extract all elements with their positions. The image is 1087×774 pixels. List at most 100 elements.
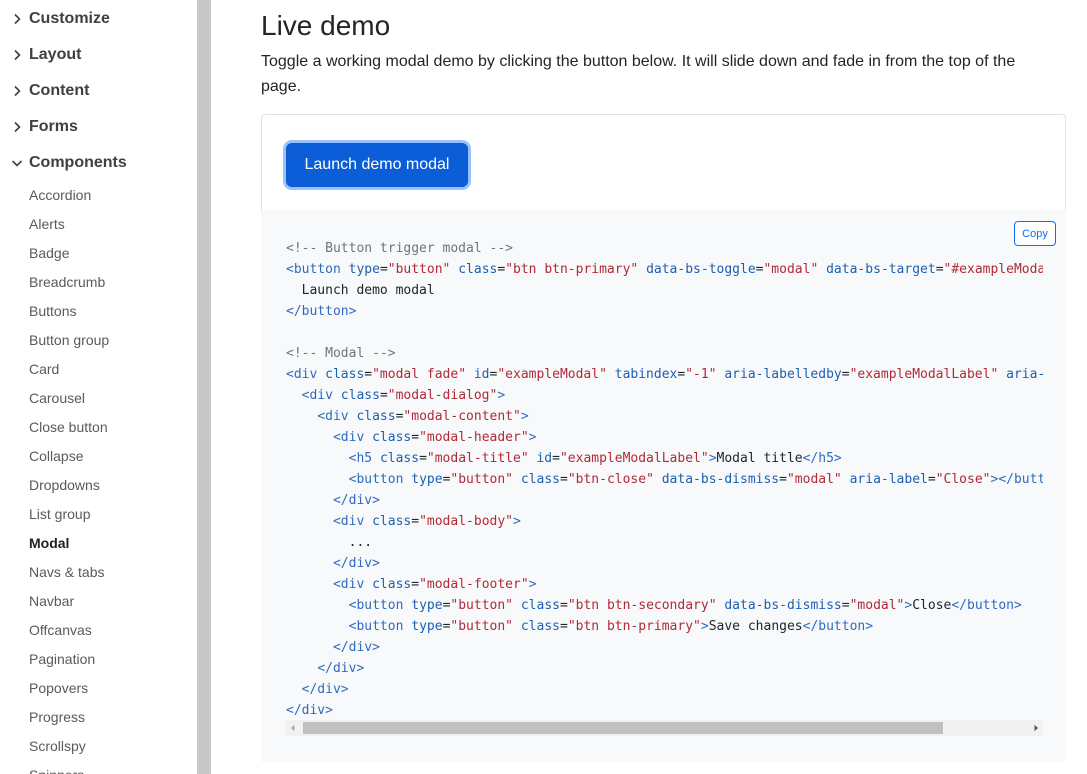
code-line: <h5 class="modal-title" id="exampleModal… [286, 448, 1043, 469]
code-token: <button [348, 619, 404, 634]
code-token: aria-hidden [1006, 367, 1043, 382]
sidebar-item-breadcrumb[interactable]: Breadcrumb [29, 273, 105, 291]
code-token: "btn btn-primary" [567, 619, 701, 634]
code-token: class [458, 262, 498, 277]
code-token: class [520, 472, 560, 487]
code-token: = [841, 367, 850, 382]
code-token: "exampleModalLabel" [849, 367, 999, 382]
code-line: </div> [286, 637, 1043, 658]
code-token: = [411, 430, 420, 445]
code-line: <div class="modal fade" id="exampleModal… [286, 364, 1043, 385]
code-line: <button type="button" class="btn btn-pri… [286, 616, 1043, 637]
sidebar-item-accordion[interactable]: Accordion [29, 186, 91, 204]
sidebar-item-navs-tabs[interactable]: Navs & tabs [29, 563, 104, 581]
code-token: <div [301, 388, 333, 403]
code-line: <button type="button" class="btn-close" … [286, 469, 1043, 490]
code-token: "modal-title" [426, 451, 529, 466]
sidebar-group-content[interactable]: Content [8, 79, 89, 103]
code-token: = [559, 598, 568, 613]
launch-demo-modal-button[interactable]: Launch demo modal [286, 143, 468, 187]
code-line: <div class="modal-content"> [286, 406, 1043, 427]
code-token: tabindex [614, 367, 678, 382]
code-line: </div> [286, 679, 1043, 700]
code-token: = [559, 619, 568, 634]
code-line: <!-- Button trigger modal --> [286, 238, 1043, 259]
sidebar-item-buttons[interactable]: Buttons [29, 302, 76, 320]
sidebar-scrollbar[interactable] [197, 0, 211, 774]
sidebar-item-modal[interactable]: Modal [29, 534, 69, 552]
code-line: <button type="button" class="btn btn-sec… [286, 595, 1043, 616]
example-preview: Launch demo modal [261, 114, 1066, 210]
sidebar-item-navbar[interactable]: Navbar [29, 592, 74, 610]
code-token: </div> [317, 661, 365, 676]
scrollbar-thumb[interactable] [303, 722, 943, 734]
sidebar-item-spinners[interactable]: Spinners [29, 766, 84, 774]
main-content: Live demo Toggle a working modal demo by… [261, 0, 1066, 774]
sidebar-item-dropdowns[interactable]: Dropdowns [29, 476, 100, 494]
code-line: ... [286, 532, 1043, 553]
sidebar-group-forms[interactable]: Forms [8, 115, 78, 139]
code-line: </div> [286, 553, 1043, 574]
code-token: ></button> [990, 472, 1044, 487]
scroll-left-arrow-icon[interactable] [288, 723, 298, 733]
code-line: <div class="modal-dialog"> [286, 385, 1043, 406]
sidebar-group-label: Layout [29, 46, 82, 63]
sidebar-item-alerts[interactable]: Alerts [29, 215, 65, 233]
sidebar-item-close-button[interactable]: Close button [29, 418, 108, 436]
code-token: > [497, 388, 506, 403]
code-token: "modal" [849, 598, 905, 613]
code-token: = [364, 367, 373, 382]
sidebar-item-badge[interactable]: Badge [29, 244, 69, 262]
code-token: data-bs-dismiss [661, 472, 780, 487]
code-horizontal-scrollbar[interactable] [286, 720, 1043, 736]
code-token: class [520, 598, 560, 613]
sidebar-group-layout[interactable]: Layout [8, 43, 81, 67]
code-token: class [356, 409, 396, 424]
sidebar-item-carousel[interactable]: Carousel [29, 389, 85, 407]
code-line: </div> [286, 658, 1043, 679]
code-token: class [372, 577, 412, 592]
code-token: class [340, 388, 380, 403]
code-token: "exampleModalLabel" [559, 451, 709, 466]
code-token: "modal fade" [372, 367, 467, 382]
sidebar-item-popovers[interactable]: Popovers [29, 679, 88, 697]
sidebar-group-label: Forms [29, 118, 78, 135]
sidebar-item-scrollspy[interactable]: Scrollspy [29, 737, 86, 755]
code-token: Launch demo modal [286, 283, 435, 298]
code-token: <div [332, 577, 365, 592]
code-line: <!-- Modal --> [286, 343, 1043, 364]
code-token: = [927, 472, 936, 487]
code-token: </div> [301, 682, 349, 697]
code-token: ... [286, 535, 373, 550]
code-token: <!-- Button trigger modal --> [286, 241, 513, 256]
sidebar-item-collapse[interactable]: Collapse [29, 447, 83, 465]
sidebar-item-button-group[interactable]: Button group [29, 331, 109, 349]
sidebar-item-progress[interactable]: Progress [29, 708, 85, 726]
code-token: "button" [450, 472, 514, 487]
code-token: aria-label [849, 472, 928, 487]
chevron-down-icon [8, 154, 26, 172]
code-token: class [325, 367, 365, 382]
scroll-right-arrow-icon[interactable] [1031, 723, 1041, 733]
sidebar-group-components[interactable]: Components [8, 151, 127, 175]
code-token: "modal-dialog" [387, 388, 498, 403]
sidebar-item-card[interactable]: Card [29, 360, 59, 378]
sidebar-item-list-group[interactable]: List group [29, 505, 90, 523]
sidebar-item-pagination[interactable]: Pagination [29, 650, 95, 668]
sidebar-item-offcanvas[interactable]: Offcanvas [29, 621, 92, 639]
sidebar-group-customize[interactable]: Customize [8, 7, 110, 31]
code-token: "btn-close" [567, 472, 654, 487]
code-token: <button [348, 472, 404, 487]
code-token: <div [332, 430, 365, 445]
code-token: data-bs-target [826, 262, 936, 277]
code-token: class [520, 619, 560, 634]
docs-sidebar: Customize Layout Content Forms Component… [0, 0, 197, 774]
code-token: <!-- Modal --> [286, 346, 396, 361]
code-token: type [348, 262, 380, 277]
